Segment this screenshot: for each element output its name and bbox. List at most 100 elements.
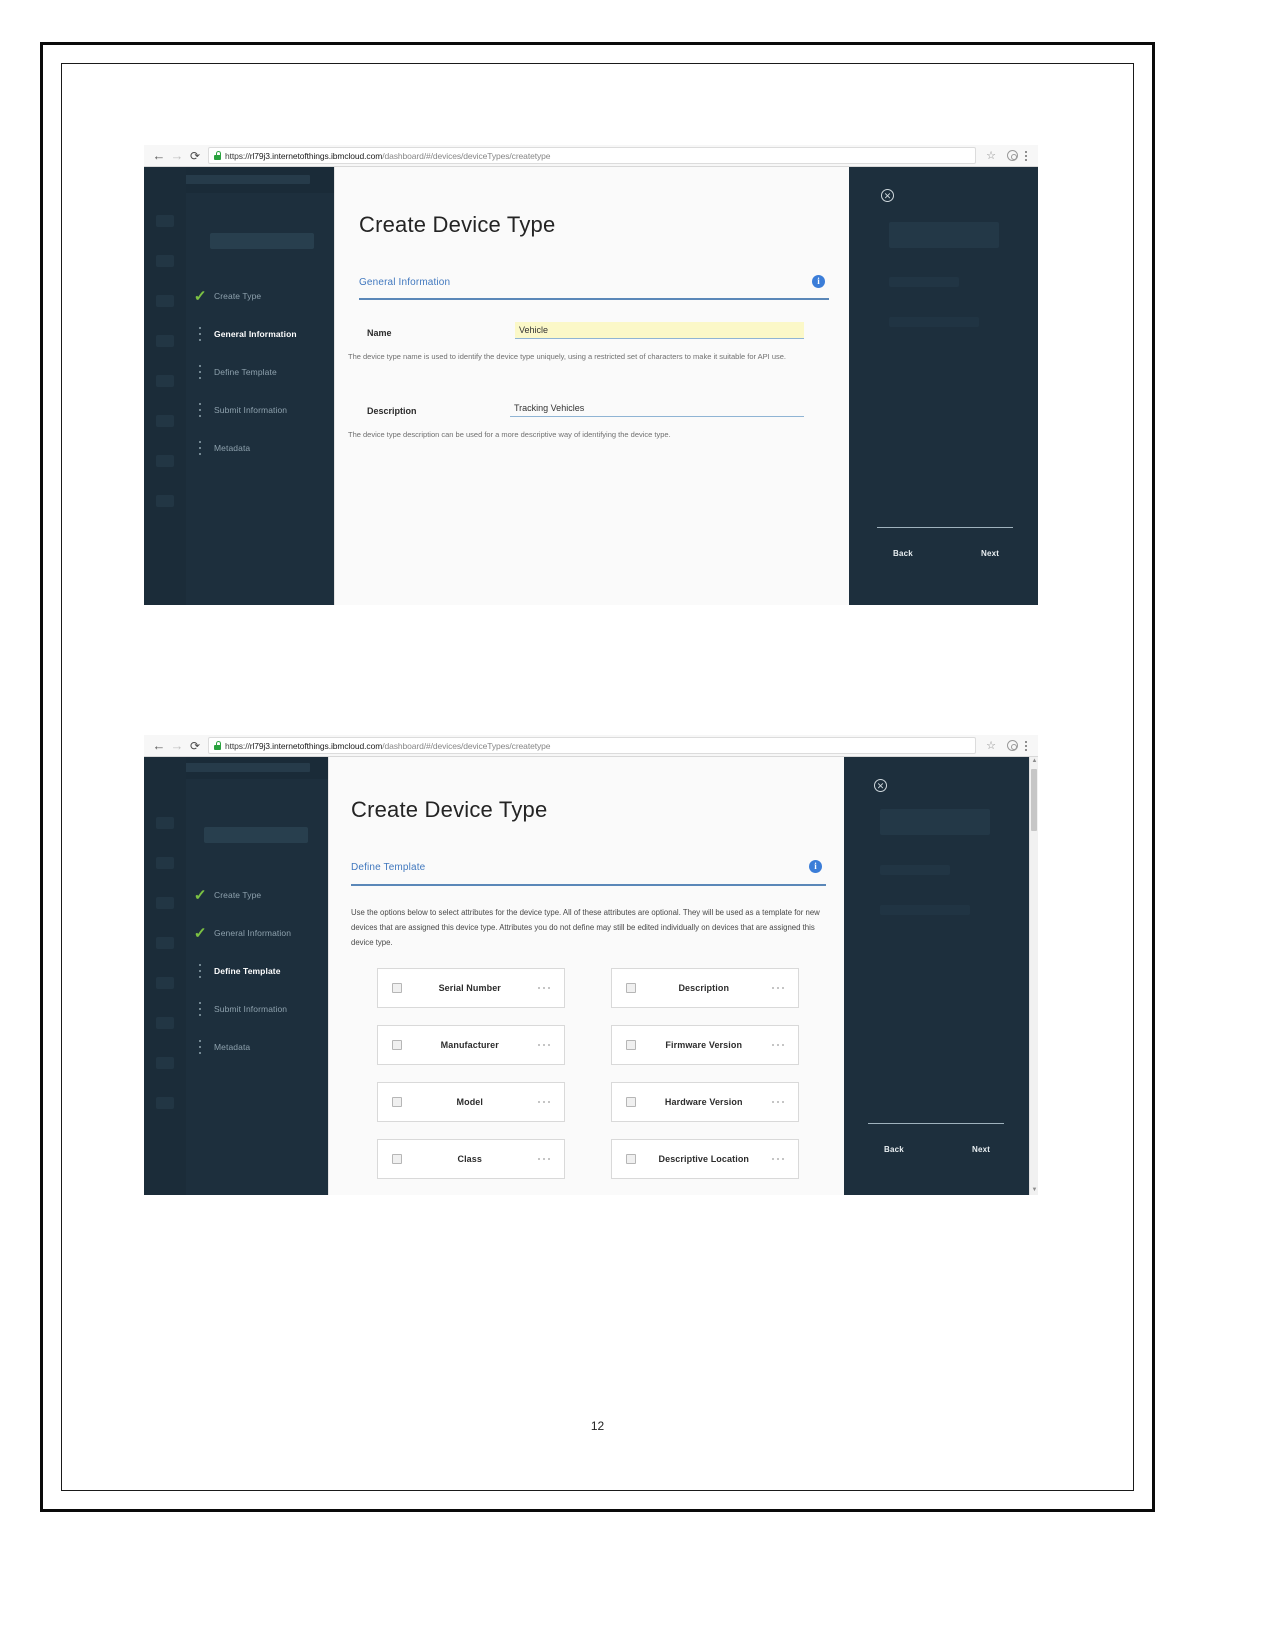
sidebar-step-define-template-1[interactable]: Define Template — [186, 361, 334, 383]
document-page: ← → ⟳ https://rl79j3.internetofthings.ib… — [61, 63, 1134, 1491]
profile-avatar-icon[interactable] — [1007, 150, 1018, 161]
attribute-overflow-icon[interactable] — [771, 1043, 784, 1047]
rail-icon-3[interactable] — [156, 897, 174, 909]
sidebar-step-metadata-1[interactable]: Metadata — [186, 437, 334, 459]
rail-icon-1[interactable] — [156, 817, 174, 829]
attribute-label: Description — [678, 983, 730, 993]
rail-icon-8[interactable] — [156, 495, 174, 507]
attribute-checkbox[interactable] — [626, 1154, 636, 1164]
info-icon-2[interactable]: i — [809, 860, 822, 873]
profile-avatar-icon[interactable] — [1007, 740, 1018, 751]
rail-icon-6[interactable] — [156, 415, 174, 427]
attribute-overflow-icon[interactable] — [537, 1043, 550, 1047]
attribute-card-hardware-version[interactable]: Hardware Version — [611, 1082, 799, 1122]
attribute-overflow-icon[interactable] — [771, 1157, 784, 1161]
attribute-checkbox[interactable] — [392, 1097, 402, 1107]
rail-icon-4[interactable] — [156, 937, 174, 949]
wizard-sidebar-heading-placeholder-2 — [204, 827, 308, 843]
name-input[interactable] — [515, 322, 804, 339]
attribute-card-manufacturer[interactable]: Manufacturer — [377, 1025, 565, 1065]
section-divider-2 — [351, 884, 826, 886]
scroll-down-arrow-icon[interactable]: ▼ — [1030, 1186, 1038, 1195]
section-heading-general-information: General Information — [359, 277, 451, 288]
close-icon-2[interactable]: ✕ — [874, 779, 887, 792]
browser-screenshot-define-template: ← → ⟳ https://rl79j3.internetofthings.ib… — [144, 735, 1038, 1195]
attribute-checkbox[interactable] — [392, 1154, 402, 1164]
attribute-checkbox[interactable] — [626, 1040, 636, 1050]
sidebar-step-general-information-2[interactable]: ✓ General Information — [186, 922, 328, 944]
rail-icon-8[interactable] — [156, 1097, 174, 1109]
next-button-1[interactable]: Next — [981, 549, 999, 558]
info-icon-1[interactable]: i — [812, 275, 825, 288]
rail-icon-5[interactable] — [156, 977, 174, 989]
browser-menu-icon[interactable] — [1025, 150, 1027, 161]
button-divider-2 — [868, 1123, 1004, 1124]
scroll-thumb[interactable] — [1031, 769, 1037, 831]
sidebar-step-create-type-1[interactable]: ✓ Create Type — [186, 285, 334, 307]
attribute-card-serial-number[interactable]: Serial Number — [377, 968, 565, 1008]
attribute-overflow-icon[interactable] — [771, 1100, 784, 1104]
attribute-checkbox[interactable] — [392, 1040, 402, 1050]
attribute-card-class[interactable]: Class — [377, 1139, 565, 1179]
rail-icon-6[interactable] — [156, 1017, 174, 1029]
browser-address-bar[interactable]: https://rl79j3.internetofthings.ibmcloud… — [208, 147, 977, 164]
wizard-sidebar-heading-placeholder-1 — [210, 233, 314, 249]
rail-icon-4[interactable] — [156, 335, 174, 347]
sidebar-step-metadata-2[interactable]: Metadata — [186, 1036, 328, 1058]
rail-icon-1[interactable] — [156, 215, 174, 227]
browser-toolbar: ← → ⟳ https://rl79j3.internetofthings.ib… — [144, 145, 1038, 167]
page-title-2: Create Device Type — [351, 797, 548, 822]
browser-back-icon[interactable]: ← — [150, 737, 168, 755]
close-icon-1[interactable]: ✕ — [881, 189, 894, 202]
rail-icon-3[interactable] — [156, 295, 174, 307]
attribute-checkbox[interactable] — [626, 1097, 636, 1107]
right-panel-ghost-3 — [889, 317, 979, 327]
back-button-2[interactable]: Back — [884, 1145, 904, 1154]
sidebar-step-submit-information-1[interactable]: Submit Information — [186, 399, 334, 421]
browser-forward-icon[interactable]: → — [168, 147, 186, 165]
attribute-label: Serial Number — [438, 983, 501, 993]
description-input[interactable] — [510, 400, 804, 417]
sidebar-step-define-template-2[interactable]: Define Template — [186, 960, 328, 982]
rail-icon-2[interactable] — [156, 255, 174, 267]
next-button-2[interactable]: Next — [972, 1145, 990, 1154]
rail-icon-5[interactable] — [156, 375, 174, 387]
browser-reload-icon[interactable]: ⟳ — [186, 147, 204, 165]
rail-icon-7[interactable] — [156, 1057, 174, 1069]
step-dots-icon — [186, 441, 214, 455]
step-label: Submit Information — [214, 405, 288, 415]
attribute-card-model[interactable]: Model — [377, 1082, 565, 1122]
step-label: Submit Information — [214, 1004, 288, 1014]
wizard-content-panel-2: Create Device Type Define Template i Use… — [328, 757, 844, 1195]
rail-icon-7[interactable] — [156, 455, 174, 467]
bookmark-star-icon[interactable]: ☆ — [986, 149, 996, 162]
bookmark-star-icon[interactable]: ☆ — [986, 739, 996, 752]
page-scrollbar[interactable]: ▲ ▼ — [1029, 757, 1038, 1195]
browser-back-icon[interactable]: ← — [150, 147, 168, 165]
wizard-content-panel-1: Create Device Type General Information i… — [334, 167, 849, 605]
sidebar-step-submit-information-2[interactable]: Submit Information — [186, 998, 328, 1020]
sidebar-step-general-information-1[interactable]: General Information — [186, 323, 334, 345]
attribute-card-descriptive-location[interactable]: Descriptive Location — [611, 1139, 799, 1179]
attribute-overflow-icon[interactable] — [537, 1100, 550, 1104]
sidebar-step-create-type-2[interactable]: ✓ Create Type — [186, 884, 328, 906]
back-button-1[interactable]: Back — [893, 549, 913, 558]
attribute-card-description[interactable]: Description — [611, 968, 799, 1008]
attribute-overflow-icon[interactable] — [537, 1157, 550, 1161]
attribute-overflow-icon[interactable] — [537, 986, 550, 990]
browser-forward-icon[interactable]: → — [168, 737, 186, 755]
attribute-overflow-icon[interactable] — [771, 986, 784, 990]
attribute-checkbox[interactable] — [626, 983, 636, 993]
rail-icon-2[interactable] — [156, 857, 174, 869]
wizard-step-sidebar-1: ✓ Create Type General Information Define… — [186, 193, 334, 605]
wizard-right-panel-1: ✕ Back Next — [849, 167, 1038, 605]
browser-menu-icon[interactable] — [1025, 740, 1027, 751]
browser-reload-icon[interactable]: ⟳ — [186, 737, 204, 755]
attribute-label: Descriptive Location — [658, 1154, 750, 1164]
attribute-checkbox[interactable] — [392, 983, 402, 993]
scroll-up-arrow-icon[interactable]: ▲ — [1030, 757, 1038, 766]
browser-address-bar-2[interactable]: https://rl79j3.internetofthings.ibmcloud… — [208, 737, 977, 754]
browser-url-text: https://rl79j3.internetofthings.ibmcloud… — [225, 150, 551, 161]
attribute-card-firmware-version[interactable]: Firmware Version — [611, 1025, 799, 1065]
browser-url-text-2: https://rl79j3.internetofthings.ibmcloud… — [225, 740, 551, 751]
